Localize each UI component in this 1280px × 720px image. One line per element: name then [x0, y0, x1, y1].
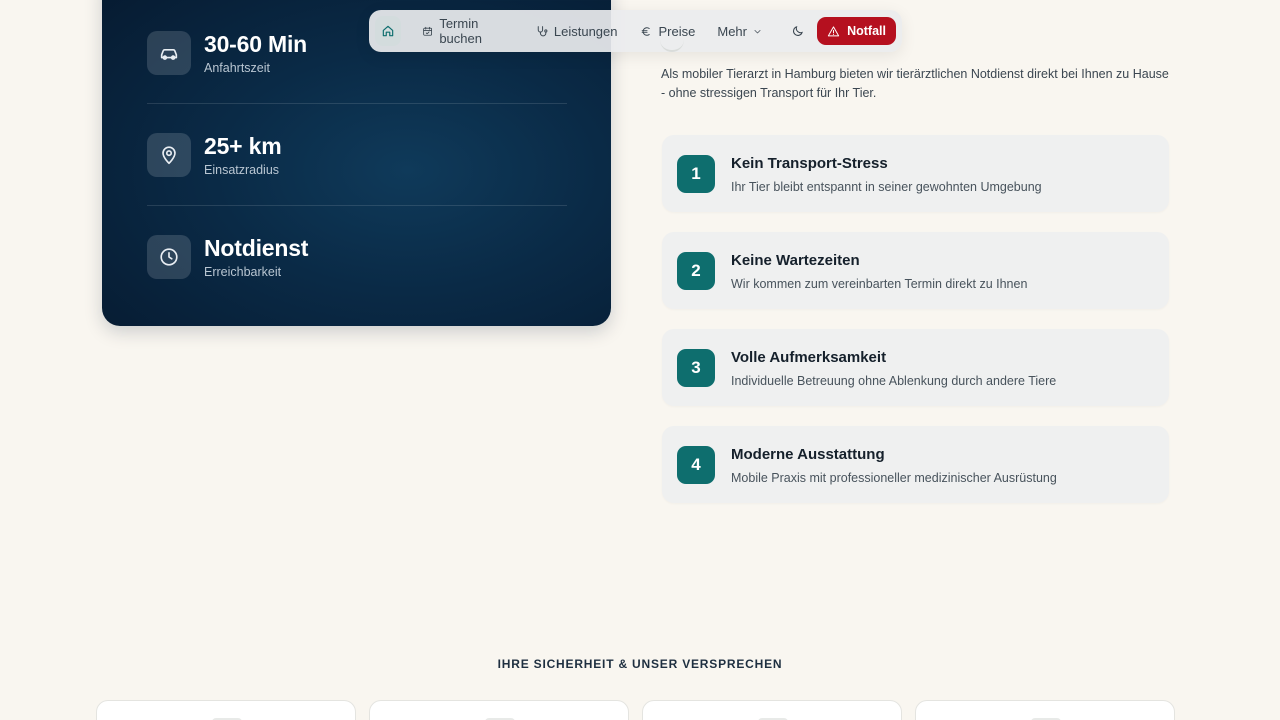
stat-label: Einsatzradius [204, 163, 280, 177]
emergency-label: Notfall [847, 24, 886, 38]
stat-radius: 25+ km Einsatzradius [147, 132, 567, 177]
benefit-title: Keine Wartezeiten [731, 251, 860, 269]
benefit-number: 2 [677, 251, 715, 290]
stat-value: Notdienst [204, 235, 309, 261]
home-icon [382, 25, 394, 37]
benefit-description: Individuelle Betreuung ohne Ablenkung du… [731, 373, 1057, 388]
nav-label: Leistungen [553, 23, 618, 39]
moon-icon [793, 26, 803, 36]
benefit-title: Volle Aufmerksamkeit [731, 348, 887, 366]
benefit-number: 1 [677, 154, 715, 193]
divider [147, 205, 567, 206]
divider [147, 103, 567, 104]
stat-value: 30-60 Min [204, 31, 308, 57]
section-heading: IHRE SICHERHEIT & UNSER VERSPRECHEN [497, 657, 783, 671]
promise-card [915, 700, 1175, 720]
chevron-down-icon [754, 29, 761, 33]
benefit-card: 2 Keine Wartezeiten Wir kommen zum verei… [662, 232, 1169, 309]
nav-label: Termin buchen [439, 16, 482, 46]
calendar-icon [423, 26, 433, 36]
stethoscope-icon [537, 25, 548, 36]
benefit-title: Moderne Ausstattung [731, 445, 885, 463]
map-pin-icon [147, 132, 191, 177]
clock-icon [147, 234, 191, 279]
promise-card [96, 700, 356, 720]
stat-value: 25+ km [204, 133, 282, 159]
nav-label: Mehr [717, 23, 747, 39]
home-button[interactable] [375, 16, 402, 46]
floating-navbar: Termin buchen Leistungen Preise Mehr Not… [369, 10, 902, 52]
nav-mehr-dropdown[interactable]: Mehr [706, 16, 773, 46]
nav-leistungen[interactable]: Leistungen [524, 16, 629, 46]
stat-availability: Notdienst Erreichbarkeit [147, 234, 567, 279]
car-icon [147, 30, 191, 75]
benefit-card: 3 Volle Aufmerksamkeit Individuelle Betr… [662, 329, 1169, 406]
nav-label: Preise [658, 23, 696, 39]
nav-termin-buchen[interactable]: Termin buchen [411, 16, 524, 46]
emergency-button[interactable]: Notfall [817, 17, 896, 45]
euro-icon [641, 26, 650, 36]
promise-card [369, 700, 629, 720]
stat-label: Anfahrtszeit [204, 61, 271, 75]
benefit-number: 3 [677, 348, 715, 387]
benefit-card: 4 Moderne Ausstattung Mobile Praxis mit … [662, 426, 1169, 503]
intro-text: Als mobiler Tierarzt in Hamburg bieten w… [661, 67, 1169, 100]
benefit-description: Wir kommen zum vereinbarten Termin direk… [731, 276, 1028, 291]
warning-icon [827, 25, 840, 36]
stat-label: Erreichbarkeit [204, 265, 282, 279]
benefit-description: Mobile Praxis mit professioneller medizi… [731, 470, 1057, 485]
promise-card [642, 700, 902, 720]
benefit-title: Kein Transport-Stress [731, 154, 888, 172]
theme-toggle-button[interactable] [785, 16, 811, 46]
benefit-card: 1 Kein Transport-Stress Ihr Tier bleibt … [662, 135, 1169, 212]
benefit-number: 4 [677, 445, 715, 484]
benefit-description: Ihr Tier bleibt entspannt in seiner gewo… [731, 179, 1042, 194]
